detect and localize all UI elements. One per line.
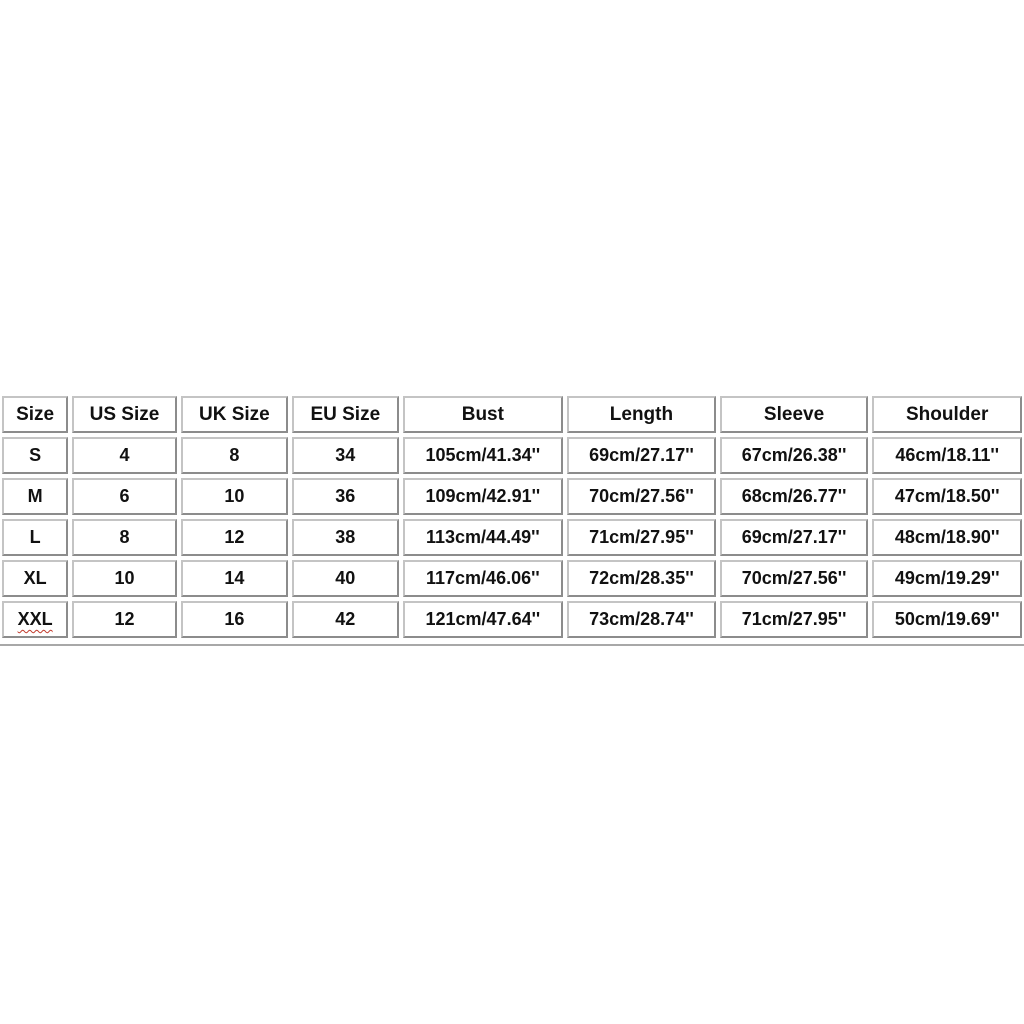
size-chart-table: Size US Size UK Size EU Size Bust Length… (0, 392, 1024, 642)
table-row: L 8 12 38 113cm/44.49'' 71cm/27.95'' 69c… (2, 519, 1022, 556)
cell-length: 69cm/27.17'' (567, 437, 716, 474)
cell-bust: 105cm/41.34'' (402, 437, 564, 474)
cell-sleeve: 67cm/26.38'' (719, 437, 869, 474)
header-us-size: US Size (72, 396, 177, 433)
cell-shoulder: 50cm/19.69'' (872, 601, 1022, 638)
header-size: Size (2, 396, 69, 433)
cell-bust: 109cm/42.91'' (402, 478, 564, 515)
size-chart: Size US Size UK Size EU Size Bust Length… (0, 392, 1024, 646)
cell-us-size: 12 (72, 601, 177, 638)
cell-size: M (2, 478, 69, 515)
header-shoulder: Shoulder (872, 396, 1022, 433)
cell-us-size: 8 (72, 519, 177, 556)
cell-sleeve: 69cm/27.17'' (719, 519, 869, 556)
cell-size: XL (2, 560, 69, 597)
cell-size: S (2, 437, 69, 474)
cell-shoulder: 46cm/18.11'' (872, 437, 1022, 474)
table-row: XL 10 14 40 117cm/46.06'' 72cm/28.35'' 7… (2, 560, 1022, 597)
cell-us-size: 4 (72, 437, 177, 474)
cell-shoulder: 47cm/18.50'' (872, 478, 1022, 515)
cell-uk-size: 8 (180, 437, 289, 474)
cell-size: XXL (2, 601, 69, 638)
cell-bust: 113cm/44.49'' (402, 519, 564, 556)
cell-length: 70cm/27.56'' (567, 478, 716, 515)
cell-sleeve: 71cm/27.95'' (719, 601, 869, 638)
cell-eu-size: 40 (292, 560, 399, 597)
cell-length: 71cm/27.95'' (567, 519, 716, 556)
header-length: Length (567, 396, 716, 433)
header-bust: Bust (402, 396, 564, 433)
spellcheck-flagged-text: XXL (17, 609, 53, 629)
cell-shoulder: 48cm/18.90'' (872, 519, 1022, 556)
cell-uk-size: 10 (180, 478, 289, 515)
cell-us-size: 6 (72, 478, 177, 515)
cell-uk-size: 14 (180, 560, 289, 597)
header-row: Size US Size UK Size EU Size Bust Length… (2, 396, 1022, 433)
cell-eu-size: 34 (292, 437, 399, 474)
cell-size: L (2, 519, 69, 556)
cell-eu-size: 36 (292, 478, 399, 515)
cell-bust: 121cm/47.64'' (402, 601, 564, 638)
cell-shoulder: 49cm/19.29'' (872, 560, 1022, 597)
table-row: XXL 12 16 42 121cm/47.64'' 73cm/28.74'' … (2, 601, 1022, 638)
table-row: S 4 8 34 105cm/41.34'' 69cm/27.17'' 67cm… (2, 437, 1022, 474)
cell-sleeve: 68cm/26.77'' (719, 478, 869, 515)
cell-eu-size: 38 (292, 519, 399, 556)
page: Size US Size UK Size EU Size Bust Length… (0, 0, 1024, 1024)
cell-uk-size: 16 (180, 601, 289, 638)
cell-uk-size: 12 (180, 519, 289, 556)
table-row: M 6 10 36 109cm/42.91'' 70cm/27.56'' 68c… (2, 478, 1022, 515)
cell-bust: 117cm/46.06'' (402, 560, 564, 597)
cell-sleeve: 70cm/27.56'' (719, 560, 869, 597)
header-uk-size: UK Size (180, 396, 289, 433)
cell-eu-size: 42 (292, 601, 399, 638)
cell-us-size: 10 (72, 560, 177, 597)
header-eu-size: EU Size (292, 396, 399, 433)
header-sleeve: Sleeve (719, 396, 869, 433)
cell-length: 72cm/28.35'' (567, 560, 716, 597)
cell-length: 73cm/28.74'' (567, 601, 716, 638)
